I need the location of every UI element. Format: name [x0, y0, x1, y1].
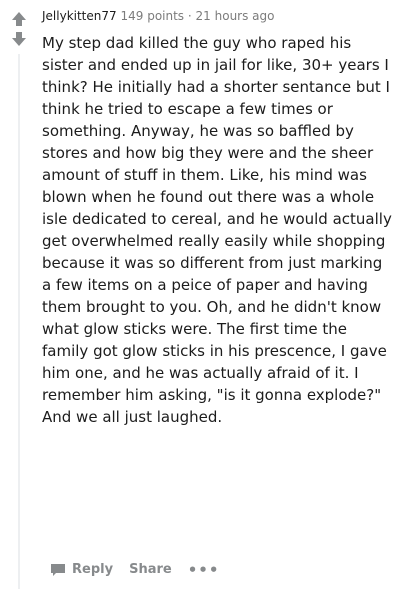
comment-actions: Reply Share •••: [50, 562, 219, 577]
arrow-down-icon[interactable]: [10, 30, 28, 48]
comment-meta: Jellykitten77 149 points · 21 hours ago: [42, 6, 394, 26]
meta-separator: ·: [187, 9, 192, 23]
share-label: Share: [129, 562, 172, 577]
vote-column: [10, 10, 28, 48]
reply-label: Reply: [72, 562, 114, 577]
reply-button[interactable]: Reply: [50, 562, 113, 577]
share-button[interactable]: Share: [129, 562, 172, 577]
author-name[interactable]: Jellykitten77: [42, 9, 117, 23]
timestamp: 21 hours ago: [195, 9, 275, 23]
thread-line[interactable]: [18, 54, 20, 589]
comment: Jellykitten77 149 points · 21 hours ago …: [42, 6, 394, 428]
arrow-up-icon[interactable]: [10, 10, 28, 28]
speech-bubble-icon: [51, 563, 65, 576]
ellipsis-icon[interactable]: •••: [188, 562, 220, 577]
comment-body: My step dad killed the guy who raped his…: [42, 34, 392, 426]
points-count: 149 points: [120, 9, 185, 23]
